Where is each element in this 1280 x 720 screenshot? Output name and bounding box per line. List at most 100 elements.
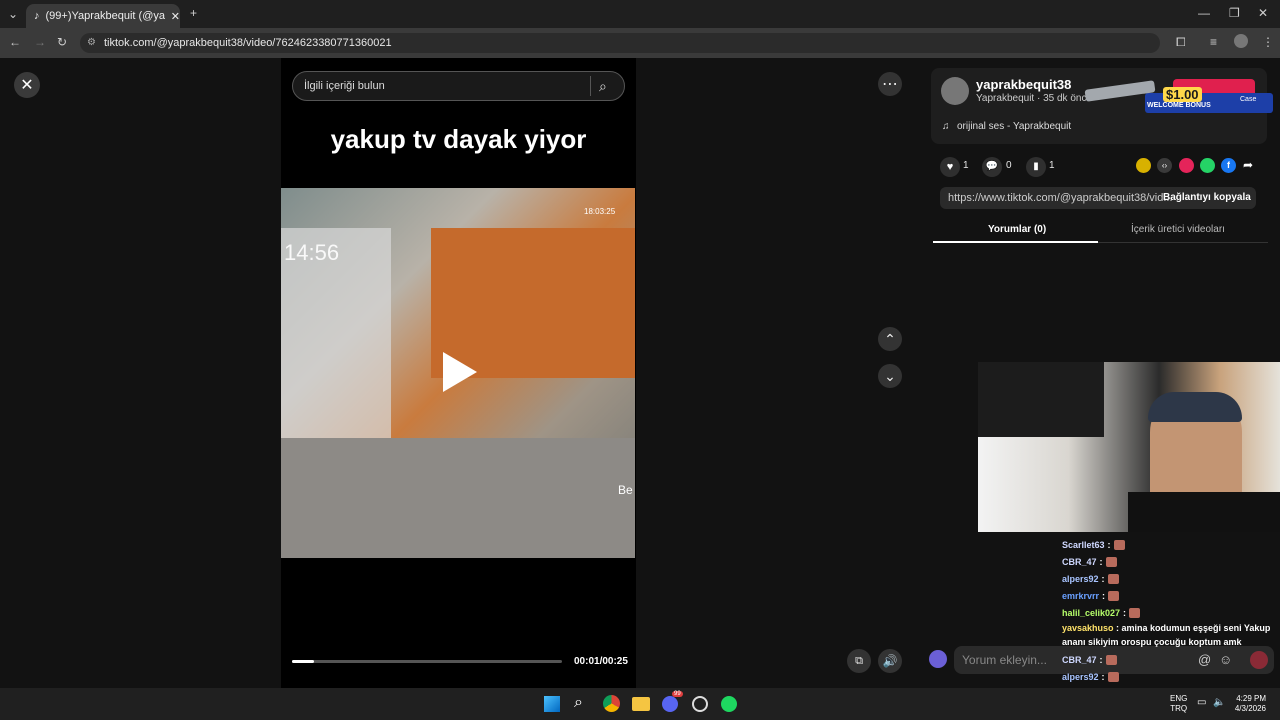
chat-username[interactable]: alpers92: [1062, 672, 1099, 682]
like-button[interactable]: ♥: [940, 157, 960, 177]
close-window-icon[interactable]: ✕: [1258, 6, 1268, 20]
pip-button[interactable]: ⧉: [847, 649, 871, 673]
browser-tab[interactable]: ♪ (99+)Yaprakbequit (@yaprakbe ✕: [26, 4, 180, 28]
chat-emote-icon: [1105, 556, 1117, 567]
extensions-icon[interactable]: ⧠: [1176, 35, 1186, 50]
video-time: 00:01/00:25: [574, 656, 628, 667]
progress-bar[interactable]: [292, 660, 562, 663]
chat-emote-icon: [1107, 573, 1119, 584]
back-icon[interactable]: ←: [9, 35, 21, 49]
chat-username[interactable]: yavsakhuso: [1062, 623, 1114, 633]
chat-line: CBR_47 :: [1062, 553, 1280, 570]
post-subline: Yaprakbequit · 35 dk önce: [976, 93, 1093, 104]
close-viewer-button[interactable]: ✕: [14, 72, 40, 98]
casino-ad[interactable]: $1.00 WELCOME BONUS Case: [1084, 77, 1273, 119]
ad-amount: $1.00: [1163, 87, 1202, 102]
volume-button[interactable]: 🔊: [878, 649, 902, 673]
chat-username[interactable]: Scarllet63: [1062, 540, 1105, 550]
chat-username[interactable]: CBR_47: [1062, 655, 1097, 665]
search-input[interactable]: İlgili içeriği bulun: [292, 71, 625, 101]
new-tab-icon[interactable]: +: [190, 6, 197, 20]
chrome-icon[interactable]: [603, 695, 620, 712]
profile-avatar[interactable]: [1234, 34, 1248, 48]
progress-fill: [292, 660, 314, 663]
chat-emote-icon: [1113, 539, 1125, 550]
clock[interactable]: 4:29 PM 4/3/2026: [1232, 694, 1266, 714]
chat-username[interactable]: halil_celik027: [1062, 608, 1120, 618]
share-arrow-icon[interactable]: ➦: [1243, 158, 1253, 172]
comment-placeholder: Yorum ekleyin...: [962, 653, 1047, 667]
chat-emote-icon: [1129, 607, 1141, 618]
chat-line: alpers92 :: [1062, 570, 1280, 587]
discord-icon[interactable]: [662, 696, 678, 712]
video-frame[interactable]: 14:56 18:03:25 Be: [281, 188, 635, 558]
username[interactable]: yaprakbequit38: [976, 77, 1071, 92]
discord-badge: 99: [672, 691, 683, 697]
avatar[interactable]: [941, 77, 969, 105]
next-video-button[interactable]: ⌄: [878, 364, 902, 388]
media-icon[interactable]: ≡: [1210, 35, 1217, 49]
save-button[interactable]: ▮: [1026, 157, 1046, 177]
facebook-icon[interactable]: f: [1221, 158, 1236, 173]
comment-icon: 💬: [985, 161, 999, 172]
chat-line: emrkrvrr :: [1062, 587, 1280, 604]
play-icon[interactable]: [443, 352, 477, 392]
search-icon[interactable]: ⌕: [599, 78, 607, 95]
clock-date: 4/3/2026: [1234, 704, 1266, 713]
chat-separator: :: [1099, 654, 1103, 665]
tab-list-icon[interactable]: ⌄: [8, 7, 18, 21]
whatsapp-icon[interactable]: [1200, 158, 1215, 173]
chat-username[interactable]: CBR_47: [1062, 557, 1097, 567]
chat-separator: :: [1101, 671, 1105, 682]
prev-video-button[interactable]: ⌃: [878, 327, 902, 351]
copy-link-button[interactable]: Bağlantıyı kopyala: [1163, 192, 1251, 203]
more-options-button[interactable]: ⋯: [878, 72, 902, 96]
frame-timestamp: 18:03:25: [584, 207, 616, 216]
forward-icon[interactable]: →: [34, 35, 46, 49]
like-count: 1: [963, 160, 969, 171]
comment-button[interactable]: 💬: [982, 157, 1002, 177]
chat-username[interactable]: alpers92: [1062, 574, 1099, 584]
sound-name[interactable]: orijinal ses - Yaprakbequit: [957, 121, 1071, 132]
search-placeholder: İlgili içeriği bulun: [304, 80, 385, 92]
spotify-icon[interactable]: [721, 696, 737, 712]
close-tab-icon[interactable]: ✕: [171, 10, 180, 23]
file-explorer-icon[interactable]: [632, 697, 650, 711]
reload-icon[interactable]: ↻: [57, 35, 67, 49]
send-icon[interactable]: [1179, 158, 1194, 173]
webcam-wall-shirt: [978, 362, 1104, 437]
chat-separator: :: [1099, 556, 1103, 567]
chat-emote-icon: [1108, 590, 1120, 601]
restore-icon[interactable]: ❐: [1229, 6, 1240, 20]
tab-comments[interactable]: Yorumlar (0): [988, 224, 1046, 235]
link-text: https://www.tiktok.com/@yaprakbequit38/v…: [948, 192, 1173, 204]
taskbar: ⌕ 99 ENG TRQ ▭ 🔈 4:29 PM 4/3/2026: [0, 688, 1280, 720]
frame-clock: 14:56: [284, 240, 340, 265]
menu-dots-icon[interactable]: ⋮: [1262, 35, 1274, 49]
site-info-icon[interactable]: ⚙: [87, 33, 96, 53]
share-coin-icon[interactable]: [1136, 158, 1151, 173]
minimize-icon[interactable]: —: [1198, 6, 1210, 20]
search-divider: [590, 76, 591, 96]
chat-line: Scarllet63 :: [1062, 536, 1280, 553]
chat-username[interactable]: emrkrvrr: [1062, 591, 1099, 601]
language-indicator[interactable]: ENG TRQ: [1170, 694, 1187, 714]
windows-start-icon[interactable]: [544, 696, 560, 712]
network-icon[interactable]: ▭: [1197, 697, 1206, 708]
chat-separator: :: [1107, 539, 1111, 550]
frame-side-text: Be: [618, 483, 633, 497]
frame-floor: [281, 438, 635, 558]
chat-line: yavsakhuso : amina kodumun eşşeği seni Y…: [1062, 621, 1280, 651]
tab-creator-videos[interactable]: İçerik üretici videoları: [1131, 224, 1225, 235]
url-field[interactable]: ⚙ tiktok.com/@yaprakbequit38/video/76246…: [80, 33, 1160, 53]
search-taskbar-icon[interactable]: ⌕: [574, 694, 583, 712]
app-icon[interactable]: [692, 696, 708, 712]
user-avatar: [929, 650, 947, 668]
close-icon: ✕: [20, 77, 34, 94]
chat-separator: :: [1101, 573, 1105, 584]
speaker-icon[interactable]: 🔈: [1213, 697, 1225, 708]
bookmark-icon: ▮: [1033, 161, 1039, 172]
tab-title: (99+)Yaprakbequit (@yaprakbe: [45, 10, 165, 22]
webcam-overlay: [978, 362, 1280, 532]
embed-icon[interactable]: ‹›: [1157, 158, 1172, 173]
